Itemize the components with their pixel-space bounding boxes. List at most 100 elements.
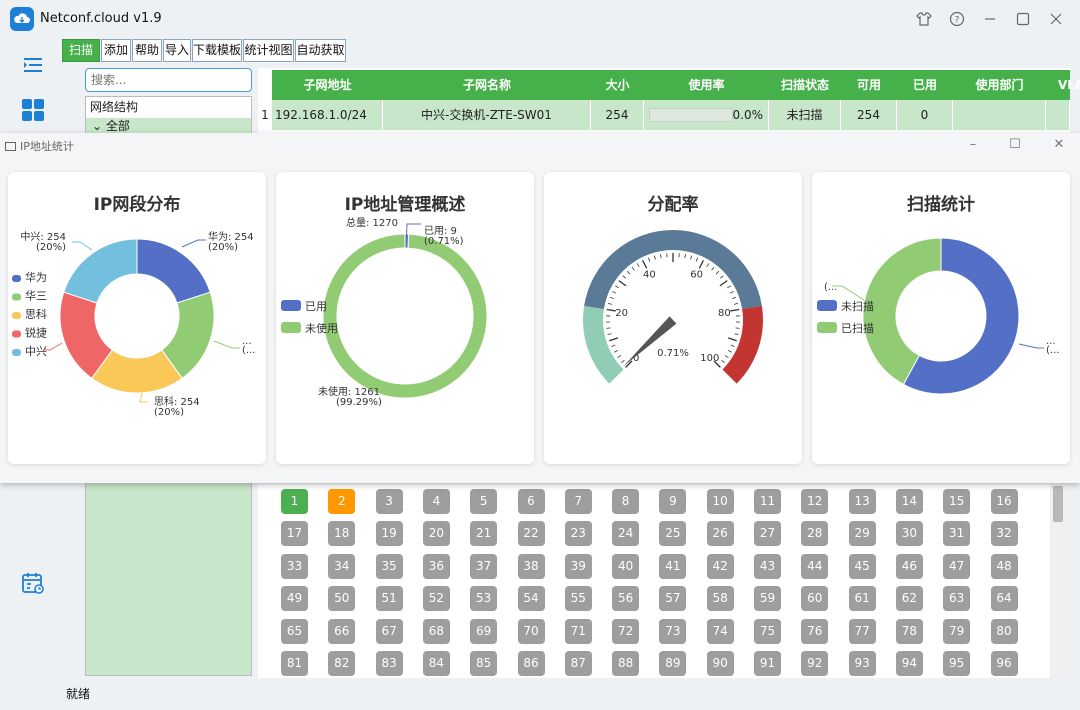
ip-cell[interactable]: 78: [895, 618, 923, 644]
calendar-icon[interactable]: [20, 570, 46, 596]
scan-button[interactable]: 扫描: [62, 39, 100, 62]
ip-cell[interactable]: 48: [990, 553, 1018, 579]
download-template-button[interactable]: 下载模板: [192, 39, 242, 62]
ip-cell[interactable]: 1: [281, 489, 308, 514]
legend-swatch[interactable]: [12, 312, 21, 319]
ip-cell[interactable]: 84: [422, 651, 450, 676]
column-header[interactable]: 大小: [591, 70, 644, 100]
ip-cell[interactable]: 89: [659, 651, 687, 676]
ip-cell[interactable]: 65: [281, 618, 308, 644]
ip-cell[interactable]: 64: [990, 586, 1018, 612]
stats-view-button[interactable]: 统计视图: [243, 39, 294, 62]
ip-cell[interactable]: 76: [801, 618, 829, 644]
column-header[interactable]: 子网地址: [272, 70, 383, 100]
ip-cell[interactable]: 53: [470, 586, 498, 612]
ip-cell[interactable]: 61: [848, 586, 876, 612]
minimize-icon[interactable]: [980, 9, 1000, 29]
ip-cell[interactable]: 81: [281, 651, 308, 676]
ip-cell[interactable]: 34: [328, 553, 356, 579]
ip-cell[interactable]: 79: [943, 618, 971, 644]
ip-cell[interactable]: 13: [848, 489, 876, 514]
ip-cell[interactable]: 90: [706, 651, 734, 676]
grid-scrollbar[interactable]: [1050, 484, 1066, 678]
ip-cell[interactable]: 32: [990, 521, 1018, 547]
ip-cell[interactable]: 91: [754, 651, 781, 676]
legend-swatch[interactable]: [817, 322, 837, 333]
ip-cell[interactable]: 30: [895, 521, 923, 547]
ip-cell[interactable]: 5: [470, 489, 498, 514]
ip-cell[interactable]: 68: [422, 618, 450, 644]
ip-cell[interactable]: 59: [754, 586, 781, 612]
ip-cell[interactable]: 57: [659, 586, 687, 612]
ip-cell[interactable]: 70: [517, 618, 545, 644]
ip-cell[interactable]: 41: [659, 553, 687, 579]
scroll-thumb[interactable]: [1053, 486, 1063, 522]
column-header[interactable]: 扫描状态: [769, 70, 841, 100]
ip-cell[interactable]: 54: [517, 586, 545, 612]
ip-cell[interactable]: 69: [470, 618, 498, 644]
ip-cell[interactable]: 21: [470, 521, 498, 547]
legend-swatch[interactable]: [281, 322, 301, 333]
ip-cell[interactable]: 19: [375, 521, 403, 547]
donut-slice[interactable]: [63, 238, 138, 304]
ip-cell[interactable]: 24: [612, 521, 640, 547]
add-button[interactable]: 添加: [101, 39, 131, 62]
ip-cell[interactable]: 86: [517, 651, 545, 676]
ip-cell[interactable]: 22: [517, 521, 545, 547]
ip-cell[interactable]: 46: [895, 553, 923, 579]
ip-cell[interactable]: 93: [848, 651, 876, 676]
ip-cell[interactable]: 66: [328, 618, 356, 644]
ip-cell[interactable]: 38: [517, 553, 545, 579]
ip-cell[interactable]: 35: [375, 553, 403, 579]
ip-cell[interactable]: 85: [470, 651, 498, 676]
ip-cell[interactable]: 31: [943, 521, 971, 547]
ip-cell[interactable]: 75: [754, 618, 781, 644]
ip-cell[interactable]: 56: [612, 586, 640, 612]
ip-cell[interactable]: 74: [706, 618, 734, 644]
ip-cell[interactable]: 14: [895, 489, 923, 514]
ip-cell[interactable]: 82: [328, 651, 356, 676]
ip-cell[interactable]: 71: [564, 618, 592, 644]
ip-cell[interactable]: 40: [612, 553, 640, 579]
ip-cell[interactable]: 73: [659, 618, 687, 644]
ip-cell[interactable]: 88: [612, 651, 640, 676]
ip-cell[interactable]: 8: [612, 489, 640, 514]
ip-cell[interactable]: 83: [375, 651, 403, 676]
ip-cell[interactable]: 94: [895, 651, 923, 676]
ip-cell[interactable]: 45: [848, 553, 876, 579]
ip-cell[interactable]: 16: [990, 489, 1018, 514]
ip-cell[interactable]: 47: [943, 553, 971, 579]
ip-cell[interactable]: 49: [281, 586, 308, 612]
legend-swatch[interactable]: [281, 300, 301, 311]
ip-cell[interactable]: 9: [659, 489, 687, 514]
close-icon[interactable]: [1046, 9, 1066, 29]
ip-cell[interactable]: 26: [706, 521, 734, 547]
ip-cell[interactable]: 6: [517, 489, 545, 514]
ip-cell[interactable]: 50: [328, 586, 356, 612]
ip-cell[interactable]: 7: [564, 489, 592, 514]
ip-cell[interactable]: 52: [422, 586, 450, 612]
ip-cell[interactable]: 11: [754, 489, 781, 514]
close-icon[interactable]: ✕: [1051, 137, 1067, 153]
column-header[interactable]: 使用部门: [953, 70, 1046, 100]
ip-cell[interactable]: 95: [943, 651, 971, 676]
ip-cell[interactable]: 60: [801, 586, 829, 612]
table-row[interactable]: 1 192.168.1.0/24 中兴-交换机-ZTE-SW01 254 0.0…: [258, 100, 1070, 130]
legend-swatch[interactable]: [12, 349, 21, 356]
legend-swatch[interactable]: [817, 300, 837, 311]
ip-cell[interactable]: 51: [375, 586, 403, 612]
help-icon[interactable]: ?: [947, 9, 967, 29]
column-header[interactable]: 使用率: [644, 70, 769, 100]
legend-swatch[interactable]: [12, 275, 21, 282]
ip-cell[interactable]: 4: [422, 489, 450, 514]
ip-cell[interactable]: 42: [706, 553, 734, 579]
ip-cell[interactable]: 63: [943, 586, 971, 612]
ip-cell[interactable]: 96: [990, 651, 1018, 676]
donut-slice[interactable]: [136, 238, 211, 304]
ip-cell[interactable]: 25: [659, 521, 687, 547]
ip-cell[interactable]: 77: [848, 618, 876, 644]
ip-cell[interactable]: 33: [281, 553, 308, 579]
ip-cell[interactable]: 2: [328, 489, 356, 514]
ip-cell[interactable]: 39: [564, 553, 592, 579]
column-header[interactable]: VLAN: [1046, 70, 1080, 100]
